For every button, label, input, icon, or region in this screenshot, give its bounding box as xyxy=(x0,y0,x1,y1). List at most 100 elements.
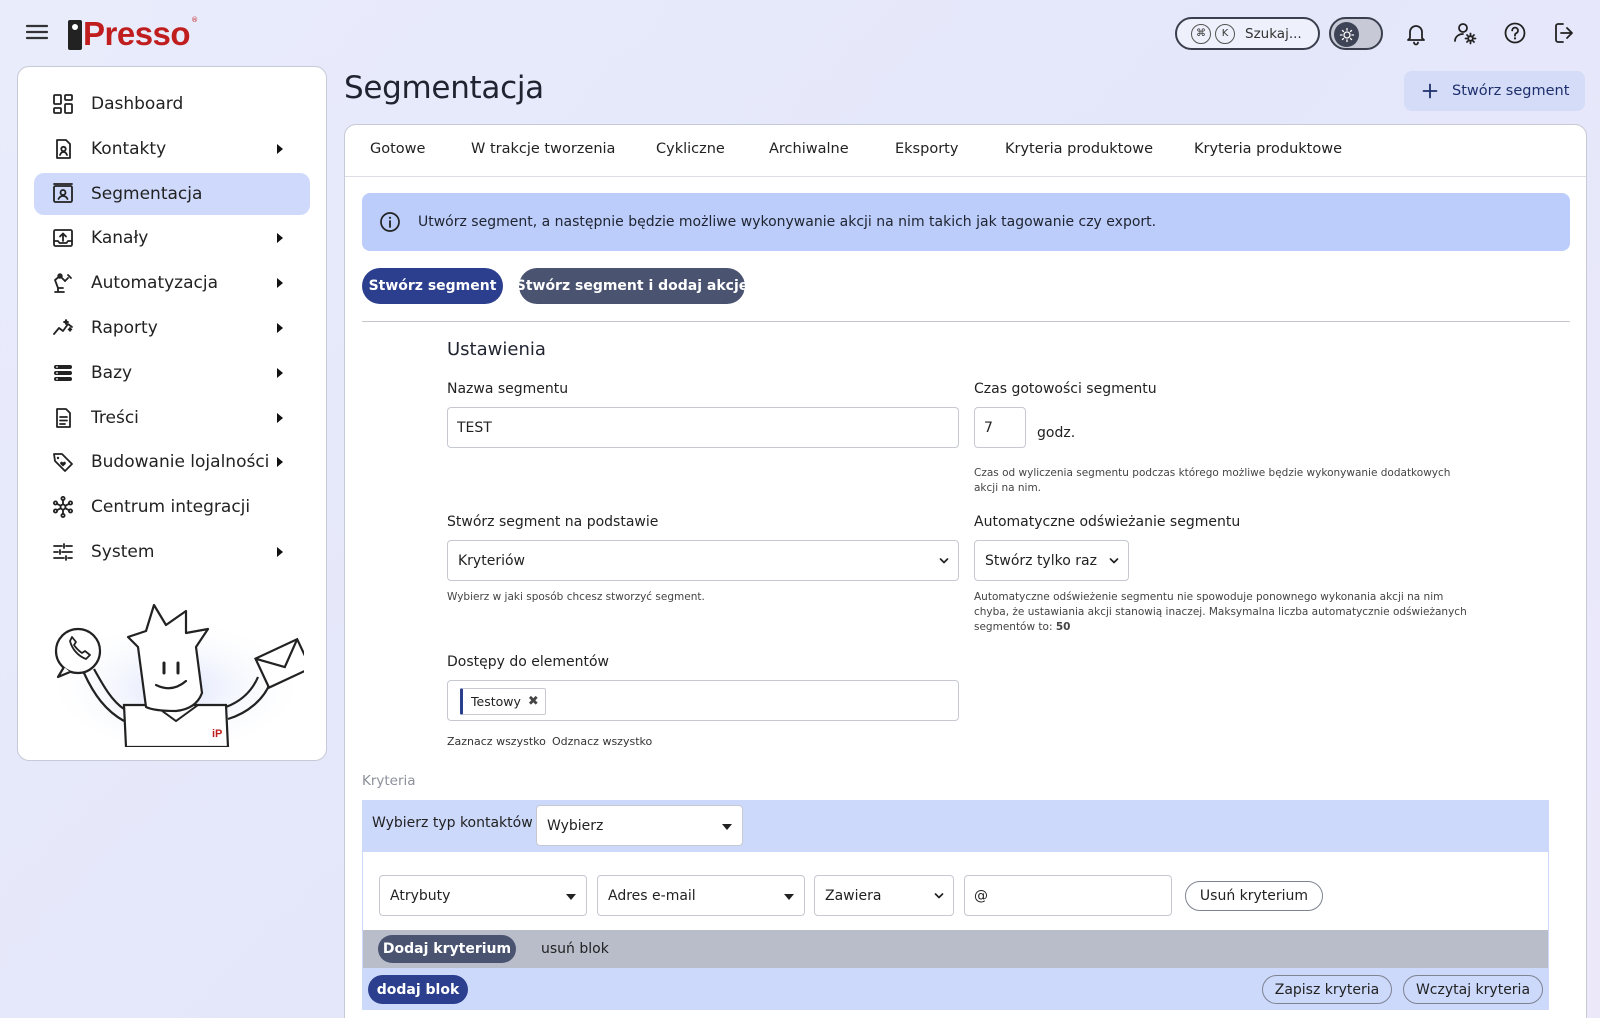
dashboard-icon xyxy=(51,92,75,116)
contact-type-value: Wybierz xyxy=(547,817,604,834)
info-icon xyxy=(379,211,401,233)
command-key-badge: ⌘ xyxy=(1191,23,1211,44)
sidebar-item-label: Centrum integracji xyxy=(91,497,251,517)
criterion-field-select[interactable]: Adres e-mail xyxy=(597,875,805,916)
segment-basis-value: Kryteriów xyxy=(458,552,525,569)
create-segment-header-label: Stwórz segment xyxy=(1452,83,1570,99)
ipresso-logo[interactable]: Presso ® xyxy=(68,10,198,50)
criterion-operator-value: Zawiera xyxy=(825,887,882,904)
sidebar-item-kontakty[interactable]: Kontakty xyxy=(34,128,310,170)
load-criteria-button[interactable]: Wczytaj kryteria xyxy=(1403,975,1543,1004)
theme-toggle[interactable] xyxy=(1329,17,1383,50)
add-criterion-button[interactable]: Dodaj kryterium xyxy=(378,935,516,963)
content-icon xyxy=(51,406,75,430)
user-settings-icon[interactable] xyxy=(1451,19,1479,47)
chevron-down-icon xyxy=(939,558,949,564)
sidebar-item-system[interactable]: System xyxy=(34,531,310,573)
tab-eksporty[interactable]: Eksporty xyxy=(895,141,958,157)
save-criteria-button[interactable]: Zapisz kryteria xyxy=(1262,975,1392,1004)
criteria-panel: Wybierz typ kontaktów Wybierz Atrybuty A… xyxy=(362,800,1549,1010)
tab-cykliczne[interactable]: Cykliczne xyxy=(656,141,725,157)
access-tag-label: Testowy xyxy=(471,694,521,709)
auto-refresh-value: Stwórz tylko raz xyxy=(985,552,1097,569)
menu-icon[interactable] xyxy=(24,20,50,44)
caret-down-icon xyxy=(784,894,794,900)
sidebar-item-raporty[interactable]: Raporty xyxy=(34,307,310,349)
sidebar-item-bazy[interactable]: Bazy xyxy=(34,352,310,394)
caret-right-icon xyxy=(277,413,283,423)
logo-i-mark xyxy=(68,20,82,50)
tab-kryteria-produktowe[interactable]: Kryteria produktowe xyxy=(1005,141,1153,157)
deselect-all-link[interactable]: Odznacz wszystko xyxy=(552,735,652,748)
tab-bar: Gotowe W trakcje tworzenia Cykliczne Arc… xyxy=(345,125,1586,177)
search-button[interactable]: ⌘ K Szukaj... xyxy=(1175,17,1320,50)
system-icon xyxy=(51,540,75,564)
auto-refresh-max-value: 50 xyxy=(1055,621,1071,633)
sidebar-item-label: Raporty xyxy=(91,318,158,338)
tab-archiwalne[interactable]: Archiwalne xyxy=(769,141,849,157)
segment-basis-label: Stwórz segment na podstawie xyxy=(447,514,659,530)
sidebar-item-tresci[interactable]: Treści xyxy=(34,397,310,439)
plus-icon xyxy=(1422,83,1438,99)
ready-time-unit: godz. xyxy=(1037,425,1076,441)
access-multiselect[interactable]: Testowy ✖ xyxy=(447,680,959,721)
add-block-button[interactable]: dodaj blok xyxy=(368,975,468,1004)
logout-icon[interactable] xyxy=(1551,19,1579,47)
loyalty-icon xyxy=(51,450,75,474)
auto-refresh-help-text: Automatyczne odświeżenie segmentu nie sp… xyxy=(974,591,1467,633)
segmentation-icon xyxy=(51,182,75,206)
sidebar-item-label: Treści xyxy=(91,408,139,428)
sidebar-item-label: Kanały xyxy=(91,228,149,248)
segment-name-input[interactable] xyxy=(447,407,959,448)
integrations-icon xyxy=(51,495,75,519)
ready-time-input[interactable] xyxy=(974,407,1026,448)
database-icon xyxy=(51,361,75,385)
help-icon[interactable] xyxy=(1501,19,1529,47)
search-placeholder: Szukaj... xyxy=(1245,25,1302,42)
segment-name-label: Nazwa segmentu xyxy=(447,381,569,397)
segment-basis-select[interactable]: Kryteriów xyxy=(447,540,959,581)
select-all-link[interactable]: Zaznacz wszystko xyxy=(447,735,546,748)
caret-right-icon xyxy=(277,278,283,288)
access-tag: Testowy ✖ xyxy=(460,688,546,715)
criterion-value-input[interactable] xyxy=(964,875,1172,916)
sidebar-item-budowanie-lojalnosci[interactable]: Budowanie lojalności xyxy=(34,441,310,483)
auto-refresh-label: Automatyczne odświeżanie segmentu xyxy=(974,514,1241,530)
tab-w-trakcie-tworzenia[interactable]: W trakcje tworzenia xyxy=(471,141,615,157)
bell-icon[interactable] xyxy=(1402,19,1430,47)
segment-basis-help: Wybierz w jaki sposób chcesz stworzyć se… xyxy=(447,591,705,603)
chevron-down-icon xyxy=(1109,558,1119,564)
contact-type-select[interactable]: Wybierz xyxy=(536,805,743,846)
create-segment-header-button[interactable]: Stwórz segment xyxy=(1404,71,1585,111)
caret-right-icon xyxy=(277,457,283,467)
tab-gotowe[interactable]: Gotowe xyxy=(370,141,425,157)
create-segment-button[interactable]: Stwórz segment xyxy=(362,268,503,304)
logo-text: Presso xyxy=(83,15,191,52)
chevron-down-icon xyxy=(934,893,944,899)
remove-criterion-button[interactable]: Usuń kryterium xyxy=(1185,881,1323,911)
sidebar-item-dashboard[interactable]: Dashboard xyxy=(34,83,310,125)
sidebar: Dashboard Kontakty Segmentacja Kanały Au… xyxy=(17,66,327,761)
auto-refresh-select[interactable]: Stwórz tylko raz xyxy=(974,540,1129,581)
remove-block-link[interactable]: usuń blok xyxy=(541,941,609,957)
create-segment-add-action-button[interactable]: Stwórz segment i dodaj akcję xyxy=(516,268,748,304)
sidebar-item-label: Budowanie lojalności xyxy=(91,452,270,472)
ready-time-help: Czas od wyliczenia segmentu podczas któr… xyxy=(974,467,1451,494)
criterion-category-select[interactable]: Atrybuty xyxy=(379,875,587,916)
tab-kryteria-produktowe-2[interactable]: Kryteria produktowe xyxy=(1194,141,1342,157)
section-divider xyxy=(362,321,1570,322)
sidebar-item-automatyzacja[interactable]: Automatyzacja xyxy=(34,262,310,304)
page-title: Segmentacja xyxy=(344,70,544,106)
sidebar-item-segmentacja[interactable]: Segmentacja xyxy=(34,173,310,215)
criteria-section-label: Kryteria xyxy=(362,773,416,789)
caret-right-icon xyxy=(277,233,283,243)
info-banner-text: Utwórz segment, a następnie będzie możli… xyxy=(418,214,1157,230)
criterion-operator-select[interactable]: Zawiera xyxy=(814,875,954,916)
auto-refresh-help: Automatyczne odświeżenie segmentu nie sp… xyxy=(974,590,1479,635)
sidebar-item-kanaly[interactable]: Kanały xyxy=(34,217,310,259)
sidebar-item-centrum-integracji[interactable]: Centrum integracji xyxy=(34,486,310,528)
sidebar-item-label: Kontakty xyxy=(91,139,167,159)
remove-tag-icon[interactable]: ✖ xyxy=(528,694,539,709)
caret-right-icon xyxy=(277,323,283,333)
reports-icon xyxy=(51,316,75,340)
